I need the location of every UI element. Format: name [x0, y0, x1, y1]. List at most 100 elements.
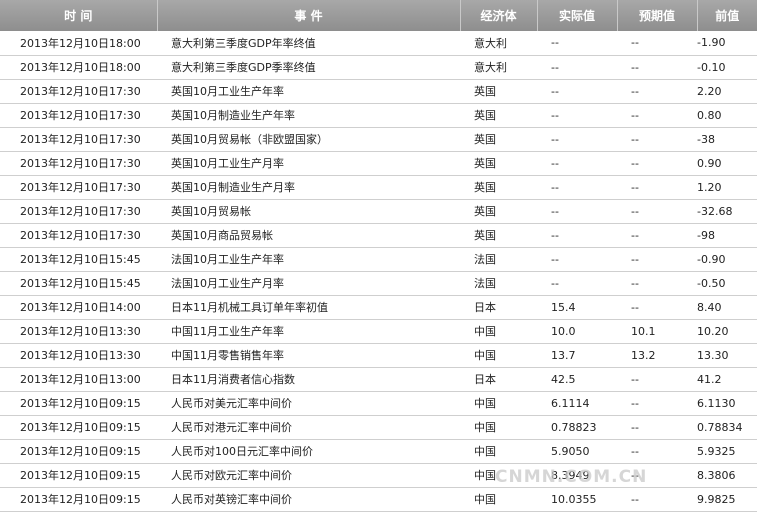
cell-previous: 0.80	[697, 103, 757, 128]
cell-previous: -32.68	[697, 199, 757, 224]
cell-forecast: --	[617, 295, 697, 320]
header-time: 时 间	[0, 0, 158, 31]
table-row: 2013年12月10日09:15 人民币对英镑汇率中间价 中国 10.0355 …	[0, 487, 757, 512]
cell-previous: 9.9825	[697, 487, 757, 512]
cell-previous: 5.9325	[697, 439, 757, 464]
table-row: 2013年12月10日09:15 人民币对100日元汇率中间价 中国 5.905…	[0, 439, 757, 464]
cell-previous: 1.20	[697, 175, 757, 200]
economic-calendar-table: 时 间 事 件 经济体 实际值 预期值 前值 2013年12月10日18:00 …	[0, 0, 757, 512]
cell-previous: -0.90	[697, 247, 757, 272]
table-row: 2013年12月10日17:30 英国10月工业生产年率 英国 -- -- 2.…	[0, 79, 757, 104]
cell-economy: 中国	[460, 415, 537, 440]
table-row: 2013年12月10日17:30 英国10月贸易帐 英国 -- -- -32.6…	[0, 199, 757, 224]
cell-forecast: --	[617, 367, 697, 392]
cell-event: 英国10月贸易帐	[157, 199, 460, 224]
cell-actual: 0.78823	[537, 415, 617, 440]
header-economy: 经济体	[460, 0, 538, 31]
cell-previous: -38	[697, 127, 757, 152]
cell-event: 英国10月工业生产月率	[157, 151, 460, 176]
cell-economy: 法国	[460, 247, 537, 272]
cell-event: 人民币对欧元汇率中间价	[157, 463, 460, 488]
cell-time: 2013年12月10日15:45	[0, 247, 157, 272]
cell-event: 日本11月机械工具订单年率初值	[157, 295, 460, 320]
table-row: 2013年12月10日13:00 日本11月消费者信心指数 日本 42.5 --…	[0, 367, 757, 392]
cell-time: 2013年12月10日09:15	[0, 391, 157, 416]
cell-event: 法国10月工业生产月率	[157, 271, 460, 296]
cell-economy: 中国	[460, 487, 537, 512]
cell-previous: 0.90	[697, 151, 757, 176]
table-body: 2013年12月10日18:00 意大利第三季度GDP年率终值 意大利 -- -…	[0, 31, 757, 512]
cell-actual: 10.0355	[537, 487, 617, 512]
header-actual: 实际值	[537, 0, 618, 31]
cell-actual: 6.1114	[537, 391, 617, 416]
cell-economy: 法国	[460, 271, 537, 296]
cell-forecast: --	[617, 415, 697, 440]
cell-time: 2013年12月10日09:15	[0, 463, 157, 488]
cell-economy: 中国	[460, 319, 537, 344]
cell-forecast: --	[617, 79, 697, 104]
table-row: 2013年12月10日17:30 英国10月商品贸易帐 英国 -- -- -98	[0, 223, 757, 248]
cell-event: 英国10月工业生产年率	[157, 79, 460, 104]
cell-forecast: --	[617, 439, 697, 464]
cell-previous: -98	[697, 223, 757, 248]
cell-previous: 2.20	[697, 79, 757, 104]
cell-forecast: --	[617, 31, 697, 56]
cell-actual: 42.5	[537, 367, 617, 392]
cell-time: 2013年12月10日09:15	[0, 487, 157, 512]
table-header-row: 时 间 事 件 经济体 实际值 预期值 前值	[0, 0, 757, 31]
cell-forecast: 13.2	[617, 343, 697, 368]
cell-time: 2013年12月10日13:30	[0, 343, 157, 368]
cell-forecast: --	[617, 175, 697, 200]
cell-forecast: --	[617, 487, 697, 512]
table-row: 2013年12月10日17:30 英国10月贸易帐（非欧盟国家） 英国 -- -…	[0, 127, 757, 152]
cell-previous: -0.10	[697, 55, 757, 80]
cell-economy: 英国	[460, 79, 537, 104]
cell-economy: 意大利	[460, 31, 537, 56]
cell-forecast: --	[617, 199, 697, 224]
cell-time: 2013年12月10日17:30	[0, 127, 157, 152]
table-row: 2013年12月10日15:45 法国10月工业生产年率 法国 -- -- -0…	[0, 247, 757, 272]
cell-event: 英国10月制造业生产年率	[157, 103, 460, 128]
cell-actual: --	[537, 247, 617, 272]
cell-time: 2013年12月10日18:00	[0, 31, 157, 56]
cell-forecast: --	[617, 151, 697, 176]
cell-actual: 15.4	[537, 295, 617, 320]
cell-event: 人民币对美元汇率中间价	[157, 391, 460, 416]
cell-actual: --	[537, 103, 617, 128]
header-previous: 前值	[697, 0, 757, 31]
table-row: 2013年12月10日15:45 法国10月工业生产月率 法国 -- -- -0…	[0, 271, 757, 296]
header-event: 事 件	[157, 0, 461, 31]
cell-time: 2013年12月10日17:30	[0, 223, 157, 248]
table-row: 2013年12月10日09:15 人民币对欧元汇率中间价 中国 8.3949 -…	[0, 463, 757, 488]
cell-previous: 13.30	[697, 343, 757, 368]
cell-forecast: --	[617, 463, 697, 488]
cell-forecast: --	[617, 103, 697, 128]
cell-economy: 日本	[460, 295, 537, 320]
cell-forecast: --	[617, 127, 697, 152]
cell-economy: 英国	[460, 127, 537, 152]
cell-economy: 日本	[460, 367, 537, 392]
cell-forecast: --	[617, 223, 697, 248]
cell-economy: 中国	[460, 391, 537, 416]
cell-previous: 8.40	[697, 295, 757, 320]
cell-previous: 8.3806	[697, 463, 757, 488]
cell-actual: 13.7	[537, 343, 617, 368]
cell-time: 2013年12月10日18:00	[0, 55, 157, 80]
table-row: 2013年12月10日17:30 英国10月制造业生产年率 英国 -- -- 0…	[0, 103, 757, 128]
cell-actual: --	[537, 151, 617, 176]
cell-event: 日本11月消费者信心指数	[157, 367, 460, 392]
cell-previous: 0.78834	[697, 415, 757, 440]
header-forecast: 预期值	[617, 0, 698, 31]
cell-event: 英国10月贸易帐（非欧盟国家）	[157, 127, 460, 152]
cell-previous: 41.2	[697, 367, 757, 392]
cell-economy: 英国	[460, 103, 537, 128]
cell-time: 2013年12月10日17:30	[0, 151, 157, 176]
cell-event: 中国11月工业生产年率	[157, 319, 460, 344]
cell-time: 2013年12月10日17:30	[0, 79, 157, 104]
cell-time: 2013年12月10日13:00	[0, 367, 157, 392]
cell-forecast: 10.1	[617, 319, 697, 344]
cell-actual: --	[537, 199, 617, 224]
cell-previous: -0.50	[697, 271, 757, 296]
table-row: 2013年12月10日18:00 意大利第三季度GDP季率终值 意大利 -- -…	[0, 55, 757, 80]
cell-event: 中国11月零售销售年率	[157, 343, 460, 368]
